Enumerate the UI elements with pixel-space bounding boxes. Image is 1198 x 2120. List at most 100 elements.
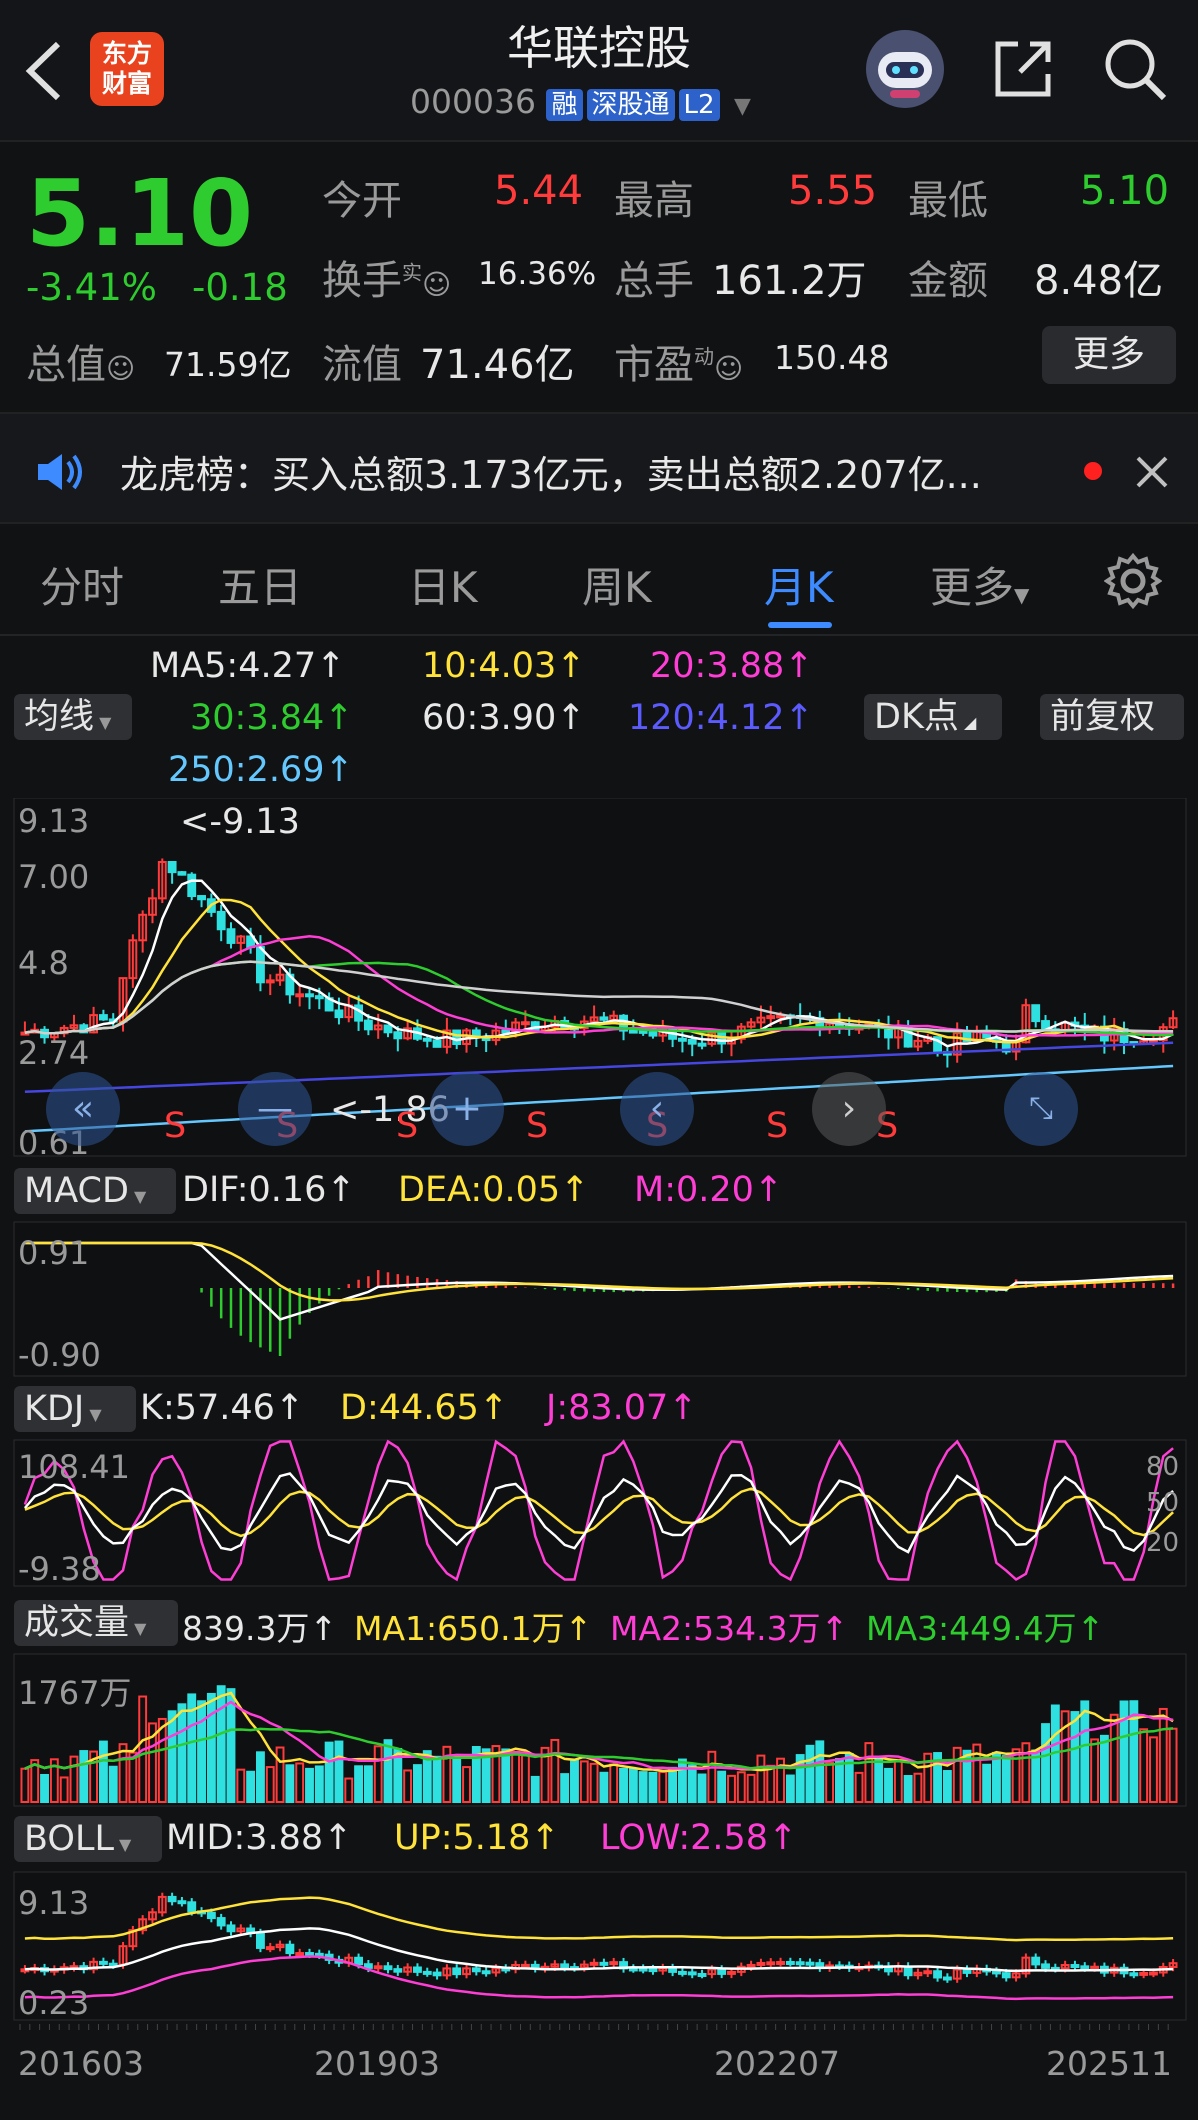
candle-body — [520, 1021, 530, 1026]
tab-daily-k[interactable]: 日K — [408, 554, 478, 615]
candle-body — [187, 873, 197, 898]
volume-bar — [992, 1751, 1001, 1803]
boll-candle-body — [206, 1911, 216, 1920]
volume-ma2: MA2:534.3万↑ — [610, 1609, 849, 1648]
last-price: 5.10 — [26, 160, 253, 267]
volume-ma3: MA3:449.4万↑ — [866, 1609, 1105, 1648]
close-icon[interactable] — [1134, 454, 1170, 490]
boll-candle-body — [628, 1967, 638, 1972]
tab-monthly-k[interactable]: 月K — [764, 554, 834, 615]
volume-bar — [79, 1750, 89, 1804]
boll-candle-body — [717, 1968, 727, 1975]
volume-selector[interactable]: 成交量 ▼ — [14, 1600, 178, 1646]
volume-bar — [1099, 1734, 1109, 1804]
candle-body — [628, 1029, 638, 1034]
kdj-level-80: 80 — [1146, 1452, 1180, 1482]
zoom-out-icon[interactable]: — — [238, 1072, 312, 1146]
volume-bar — [805, 1744, 815, 1803]
next-icon[interactable]: › — [812, 1072, 886, 1146]
info-icon[interactable]: ☺ — [422, 268, 451, 301]
info-icon[interactable]: ☺ — [714, 352, 743, 385]
candle-body — [648, 1031, 658, 1037]
tab-weekly-k[interactable]: 周K — [582, 554, 652, 615]
candle-body — [216, 910, 226, 931]
corner-caret-icon: ◢ — [958, 713, 977, 732]
boll-candle-body — [687, 1971, 697, 1976]
x-axis-date: 201603 — [18, 2044, 144, 2083]
candle-body — [599, 1016, 609, 1021]
kdj-d: D:44.65↑ — [340, 1388, 509, 1428]
boll-candle-body — [648, 1968, 658, 1973]
float-value: 71.46亿 — [420, 342, 575, 388]
macd-selector[interactable]: MACD ▼ — [14, 1168, 176, 1214]
volume-bar — [246, 1770, 256, 1803]
adjust-button[interactable]: 前复权 — [1040, 694, 1184, 740]
sell-signal: S — [164, 1106, 187, 1146]
volume-bar — [874, 1756, 884, 1804]
search-icon[interactable] — [1100, 34, 1170, 104]
low-label: 最低 — [908, 178, 988, 224]
high-value: 5.55 — [788, 168, 878, 214]
ma-selector[interactable]: 均线 ▼ — [14, 694, 132, 740]
boll-candle-body — [756, 1961, 766, 1966]
candle-body — [295, 993, 305, 998]
low-value: 5.10 — [1080, 168, 1170, 214]
kdj-selector[interactable]: KDJ ▼ — [14, 1386, 136, 1432]
macd-y-top: 0.91 — [18, 1234, 90, 1272]
fullscreen-icon[interactable]: ⤡ — [1004, 1072, 1078, 1146]
volume-bar — [216, 1685, 226, 1803]
candle-body — [334, 1009, 344, 1019]
open-label: 今开 — [322, 178, 402, 224]
boll-candle-body — [226, 1924, 236, 1933]
badge-connect: 深股通 — [586, 89, 675, 121]
ma250-value: 250:2.69↑ — [168, 750, 354, 790]
candle-body — [314, 995, 324, 1000]
mktcap-value: 71.59亿 — [164, 345, 292, 384]
volume-bar — [324, 1741, 334, 1803]
volume-bar — [903, 1775, 913, 1804]
boll-candle-body — [638, 1967, 648, 1972]
x-axis-date: 201903 — [314, 2044, 440, 2083]
notice-text[interactable]: 龙虎榜：买入总额3.173亿元，卖出总额2.207亿... — [120, 444, 982, 499]
volume-bar — [1080, 1700, 1090, 1803]
share-icon[interactable] — [990, 36, 1056, 102]
volume-bar — [167, 1710, 177, 1803]
volume-bar — [1119, 1700, 1129, 1803]
volume-bar — [177, 1703, 187, 1804]
volume-bar — [108, 1765, 118, 1803]
more-button[interactable]: 更多 — [1042, 326, 1176, 384]
chart-canvas[interactable] — [0, 798, 1198, 2108]
amount-value: 8.48亿 — [1034, 258, 1164, 304]
notice-bar[interactable]: 龙虎榜：买入总额3.173亿元，卖出总额2.207亿... — [0, 412, 1198, 524]
stock-code-row[interactable]: 000036 融深股通 L2 ▼ — [410, 82, 751, 121]
unread-dot — [1084, 462, 1102, 480]
high-label: 最高 — [614, 178, 694, 224]
boll-candle-body — [785, 1960, 795, 1965]
boll-candle-body — [520, 1963, 530, 1968]
boll-selector[interactable]: BOLL ▼ — [14, 1816, 162, 1862]
dropdown-caret-icon: ▼ — [734, 94, 751, 119]
volume-bar — [255, 1751, 265, 1803]
candle-body — [1031, 1004, 1041, 1023]
boll-candle-body — [805, 1961, 815, 1966]
candle-body — [265, 979, 275, 984]
boll-candle-body — [255, 1932, 265, 1949]
dk-point-button[interactable]: DK点 ◢ — [864, 694, 1002, 740]
candle-body — [305, 993, 314, 998]
boll-candle-body — [413, 1966, 422, 1973]
tab-five-day[interactable]: 五日 — [218, 554, 302, 615]
tab-more[interactable]: 更多▼ — [930, 554, 1029, 615]
volume-bar — [40, 1773, 49, 1803]
volume-bar — [413, 1764, 422, 1804]
info-icon[interactable]: ☺ — [106, 352, 135, 385]
robot-assistant-icon[interactable] — [866, 30, 944, 108]
volume-y-top: 1767万 — [18, 1674, 132, 1712]
prev-icon[interactable]: ‹ — [620, 1072, 694, 1146]
boll-candle-body — [560, 1963, 570, 1969]
tab-intraday[interactable]: 分时 — [40, 554, 124, 615]
zoom-in-icon[interactable]: + — [430, 1072, 504, 1146]
volume-bar — [599, 1771, 609, 1803]
rewind-fast-icon[interactable]: « — [46, 1072, 120, 1146]
candle-body — [255, 946, 265, 984]
gear-icon[interactable] — [1104, 552, 1162, 610]
